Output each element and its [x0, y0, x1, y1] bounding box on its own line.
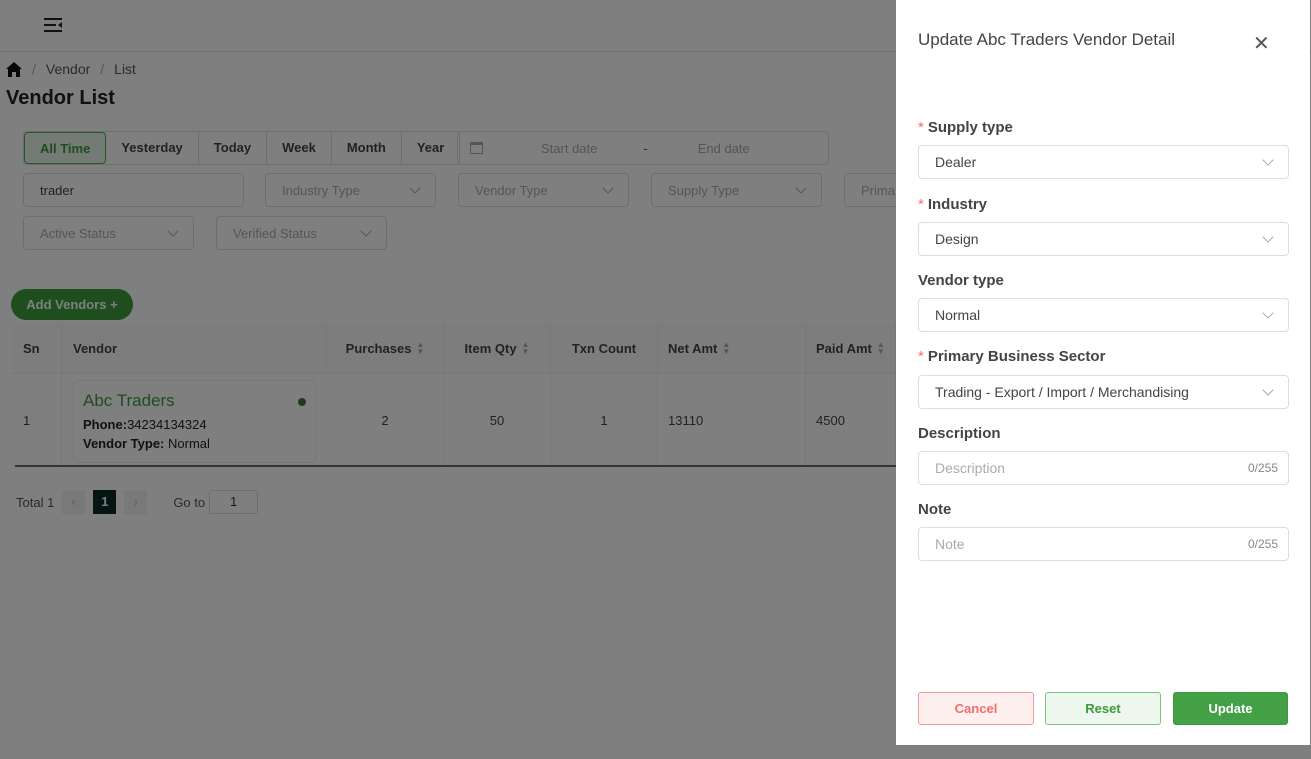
required-mark: * — [918, 196, 924, 213]
vendor-type-label: Vendor type — [918, 272, 1004, 289]
required-mark: * — [918, 119, 924, 136]
description-input[interactable]: Description 0/255 — [918, 451, 1289, 485]
update-vendor-drawer: Update Abc Traders Vendor Detail ✕ * Supp… — [896, 0, 1310, 745]
supply-type-label: * Supply type — [918, 119, 1013, 136]
label-text: Industry — [927, 196, 988, 213]
char-count: 0/255 — [1247, 461, 1278, 475]
placeholder: Description — [935, 460, 1006, 476]
note-label: Note — [918, 501, 952, 518]
primary-sector-label: * Primary Business Sector — [918, 348, 1105, 365]
chevron-down-icon — [1262, 307, 1274, 319]
update-button[interactable]: Update — [1173, 692, 1288, 725]
note-input[interactable]: Note 0/255 — [918, 527, 1289, 561]
industry-select[interactable]: Design — [918, 222, 1289, 256]
description-label: Description — [918, 425, 1001, 442]
select-value: Dealer — [935, 154, 977, 170]
reset-button[interactable]: Reset — [1045, 692, 1161, 725]
select-value: Normal — [935, 307, 981, 323]
char-count: 0/255 — [1247, 537, 1278, 551]
select-value: Design — [935, 231, 979, 247]
placeholder: Note — [935, 536, 965, 552]
industry-label: * Industry — [918, 196, 987, 213]
chevron-down-icon — [1262, 384, 1274, 396]
label-text: Primary Business Sector — [927, 348, 1106, 365]
primary-sector-select[interactable]: Trading - Export / Import / Merchandisin… — [918, 375, 1289, 409]
drawer-title: Update Abc Traders Vendor Detail — [918, 30, 1176, 49]
select-value: Trading - Export / Import / Merchandisin… — [935, 384, 1189, 400]
cancel-button[interactable]: Cancel — [918, 692, 1034, 725]
chevron-down-icon — [1262, 231, 1274, 243]
required-mark: * — [918, 348, 924, 365]
label-text: Supply type — [927, 119, 1013, 136]
supply-type-select[interactable]: Dealer — [918, 145, 1289, 179]
vendor-type-select[interactable]: Normal — [918, 298, 1289, 332]
close-icon[interactable]: ✕ — [1253, 31, 1270, 56]
chevron-down-icon — [1262, 154, 1274, 166]
